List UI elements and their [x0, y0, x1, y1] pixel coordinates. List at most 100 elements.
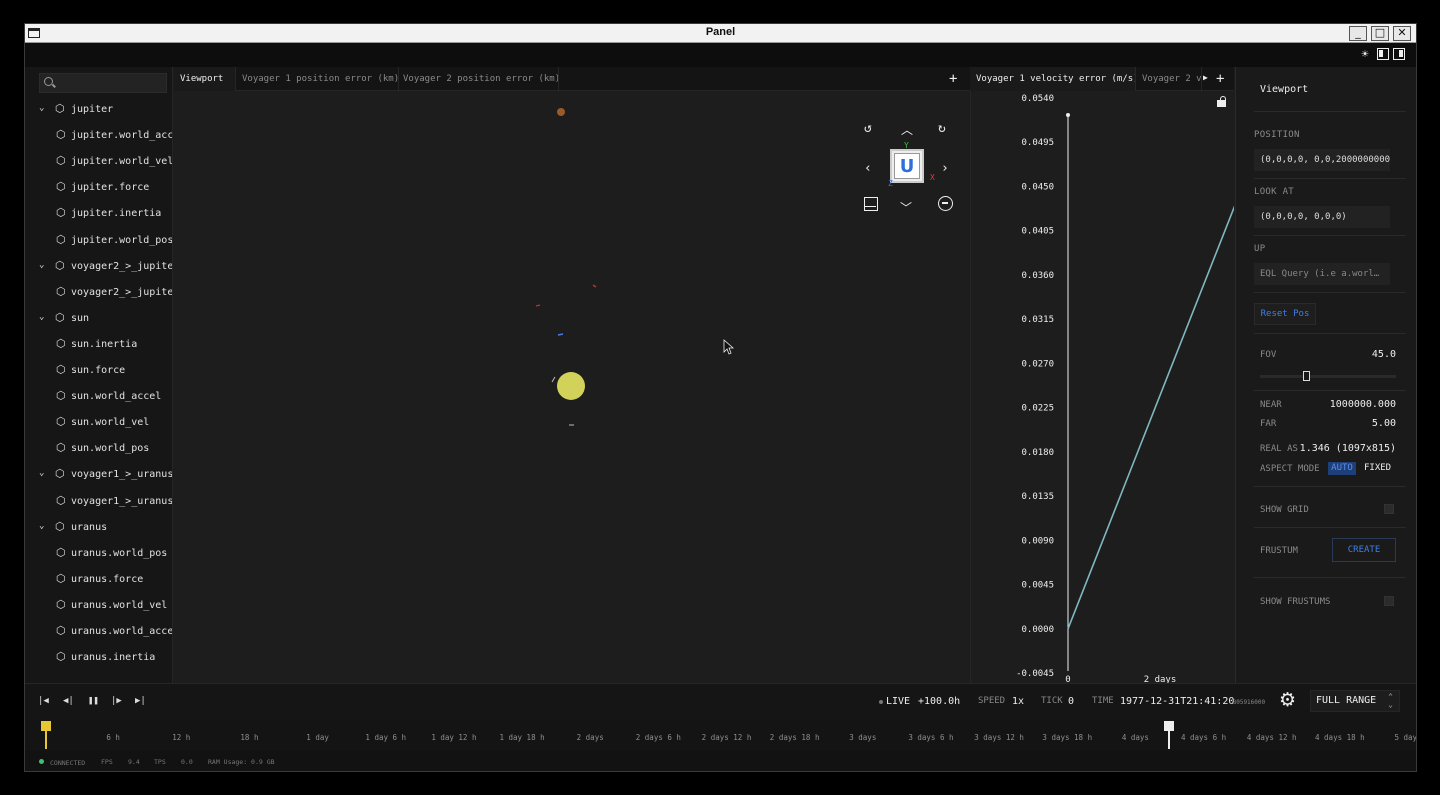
playhead-handle[interactable] [1164, 721, 1174, 731]
search-input[interactable] [39, 73, 167, 93]
tree-component[interactable]: ⬡ voyager1_>_uranus.g [25, 493, 172, 511]
tab-voyager1-position-error[interactable]: Voyager 1 position error (km) [236, 67, 399, 91]
playback-bar: |◀ ◀| ❚❚ |▶ ▶| LIVE +100.0h SPEED 1x TIC… [25, 683, 1416, 721]
velocity-error-graph[interactable]: 0.0540 0.0495 0.0450 0.0405 0.0360 0.0315 0.02… [970, 91, 1234, 683]
range-select[interactable]: FULL RANGE ⌃ ⌄ [1310, 690, 1400, 712]
fov-slider[interactable] [1260, 371, 1396, 381]
cube-icon: ⬡ [56, 206, 66, 220]
divider [1254, 390, 1406, 391]
aspect-fixed-toggle[interactable]: FIXED [1364, 463, 1391, 473]
settings-gear-icon[interactable]: ⚙ [1279, 689, 1296, 711]
rotate-left-icon[interactable]: ↺ [864, 121, 872, 136]
tree-component[interactable]: ⬡ uranus.world_vel [25, 597, 172, 615]
chevron-down-icon[interactable]: ⌄ [39, 521, 44, 531]
tree-entity[interactable]: ⌄ ⬡ sun [25, 310, 172, 328]
left-tab-bar: Viewport Voyager 1 position error (km) V… [174, 67, 974, 91]
show-grid-checkbox[interactable] [1384, 504, 1394, 514]
right-panel-toggle-icon[interactable] [1393, 48, 1405, 60]
entity-tree-sidebar: ⌄ ⬡ jupiter ⬡ jupiter.world_accel ⬡ jupiter.wo… [25, 67, 173, 683]
tree-component[interactable]: ⬡ uranus.inertia [25, 649, 172, 667]
frustum-label: FRUSTUM [1260, 546, 1298, 556]
chevron-down-icon[interactable]: ⌄ [39, 103, 44, 113]
tab-voyager2-velocity-error[interactable]: Voyager 2 ve [1136, 67, 1202, 91]
reset-pos-button[interactable]: Reset Pos [1254, 303, 1316, 325]
timeline[interactable]: 6 h 12 h 18 h 1 day 1 day 6 h 1 day 12 h 1 day… [25, 721, 1416, 751]
chevron-left-icon[interactable]: ‹ [864, 161, 872, 176]
unlock-icon[interactable] [1217, 96, 1227, 107]
pause-icon[interactable]: ❚❚ [88, 696, 99, 706]
y-tick-label: 0.0405 [1021, 227, 1054, 237]
skip-end-icon[interactable]: ▶| [135, 696, 146, 706]
cube-icon: ⬡ [56, 389, 66, 403]
tree-component[interactable]: ⬡ jupiter.world_accel [25, 127, 172, 145]
3d-viewport[interactable]: ↺ ︿ ↻ ‹ › ﹀ U Y X Z [174, 91, 969, 683]
timeline-label: 3 days 18 h [1042, 733, 1093, 742]
add-tab-icon[interactable]: + [949, 71, 957, 87]
fov-slider-thumb[interactable] [1303, 371, 1311, 381]
close-button[interactable]: ✕ [1393, 26, 1411, 41]
tree-entity[interactable]: ⌄ ⬡ voyager2_>_jupiter [25, 258, 172, 276]
axis-x-label: X [930, 173, 935, 182]
tree-entity[interactable]: ⌄ ⬡ uranus [25, 519, 172, 537]
tree-entity[interactable]: ⌄ ⬡ voyager1_>_uranus [25, 466, 172, 484]
timeline-label: 2 days 18 h [769, 733, 820, 742]
tree-component[interactable]: ⬡ jupiter.world_vel [25, 153, 172, 171]
connected-status-icon [39, 759, 44, 764]
step-forward-icon[interactable]: |▶ [111, 696, 122, 706]
view-cube-face[interactable]: U [894, 153, 920, 179]
timeline-label: 4 days 6 h [1180, 733, 1227, 742]
far-value[interactable]: 5.00 [1372, 418, 1396, 429]
tree-component[interactable]: ⬡ sun.world_pos [25, 440, 172, 458]
real-aspect-value: 1.346 (1097x815) [1297, 443, 1396, 454]
maximize-button[interactable]: □ [1371, 26, 1389, 41]
step-back-icon[interactable]: ◀| [63, 696, 74, 706]
rotate-right-icon[interactable]: ↻ [938, 121, 946, 136]
tree-component[interactable]: ⬡ sun.world_accel [25, 388, 172, 406]
minimize-button[interactable]: _ [1349, 26, 1367, 41]
tree-component[interactable]: ⬡ jupiter.inertia [25, 205, 172, 223]
tree-component[interactable]: ⬡ sun.world_vel [25, 414, 172, 432]
near-value[interactable]: 1000000.000 [1330, 399, 1396, 410]
chevron-down-icon[interactable]: ⌄ [39, 260, 44, 270]
view-cube[interactable]: U [890, 149, 924, 183]
chevron-up-icon[interactable]: ︿ [901, 121, 913, 138]
tree-component[interactable]: ⬡ uranus.world_accel [25, 623, 172, 641]
up-field[interactable]: EQL Query (i.e a.worl… [1254, 263, 1390, 285]
bottom-view-icon[interactable] [864, 197, 878, 211]
timeline-label: 1 day [306, 733, 329, 742]
chevron-down-icon[interactable]: ⌄ [39, 312, 44, 322]
chevron-right-icon[interactable]: › [941, 161, 949, 176]
chevron-down-icon[interactable]: ⌄ [39, 468, 44, 478]
tab-scroll-right-icon[interactable]: ▶ [1203, 73, 1208, 82]
left-panel-toggle-icon[interactable] [1377, 48, 1389, 60]
tree-component[interactable]: ⬡ uranus.world_pos [25, 545, 172, 563]
zoom-reset-icon[interactable] [938, 196, 953, 211]
chevron-down-icon[interactable]: ﹀ [900, 199, 912, 216]
tree-component[interactable]: ⬡ jupiter.force [25, 179, 172, 197]
skip-start-icon[interactable]: |◀ [38, 696, 49, 706]
create-frustum-button[interactable]: CREATE [1332, 538, 1396, 562]
position-field[interactable]: (0,0,0,0, 0,0,2000000000 [1254, 149, 1390, 171]
tree-component[interactable]: ⬡ voyager2_>_jupiter.g [25, 284, 172, 302]
timeline-label: 1 day 12 h [431, 733, 477, 742]
tree-entity[interactable]: ⌄ ⬡ jupiter [25, 101, 172, 119]
live-button[interactable]: LIVE [886, 696, 910, 707]
sun-icon[interactable]: ☀ [1359, 48, 1371, 60]
tree-component[interactable]: ⬡ sun.inertia [25, 336, 172, 354]
lookat-field[interactable]: (0,0,0,0, 0,0,0) [1254, 206, 1390, 228]
tab-viewport[interactable]: Viewport [174, 67, 236, 91]
show-frustums-checkbox[interactable] [1384, 596, 1394, 606]
add-tab-right-icon[interactable]: + [1216, 71, 1224, 87]
tree-component[interactable]: ⬡ uranus.force [25, 571, 172, 589]
divider [1254, 486, 1406, 487]
timeline-label: 4 days [1121, 733, 1149, 742]
tree-component[interactable]: ⬡ sun.force [25, 362, 172, 380]
tree-component[interactable]: ⬡ jupiter.world_pos [25, 232, 172, 250]
cube-icon: ⬡ [55, 258, 65, 272]
range-start-handle[interactable] [41, 721, 51, 731]
speed-value[interactable]: 1x [1012, 696, 1024, 707]
tab-voyager2-position-error[interactable]: Voyager 2 position error (km) [399, 67, 559, 91]
y-tick-label: 0.0450 [1021, 182, 1054, 192]
aspect-auto-toggle[interactable]: AUTO [1328, 462, 1356, 475]
tab-voyager1-velocity-error[interactable]: Voyager 1 velocity error (m/s) [970, 67, 1136, 91]
